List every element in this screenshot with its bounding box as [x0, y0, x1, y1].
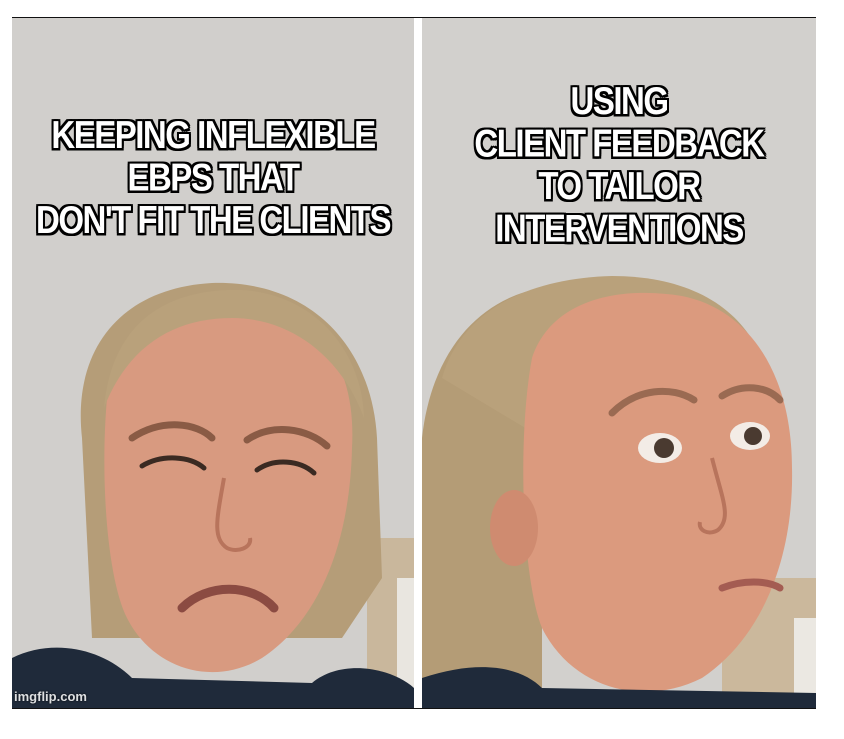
panel-divider [414, 18, 422, 708]
imgflip-watermark: imgflip.com [14, 689, 87, 704]
right-panel: USING CLIENT FEEDBACK TO TAILOR INTERVEN… [422, 18, 816, 708]
right-caption: USING CLIENT FEEDBACK TO TAILOR INTERVEN… [474, 78, 765, 250]
left-panel: KEEPING INFLEXIBLE EBPS THAT DON'T FIT T… [12, 18, 414, 708]
left-caption: KEEPING INFLEXIBLE EBPS THAT DON'T FIT T… [36, 112, 392, 242]
meme-image: KEEPING INFLEXIBLE EBPS THAT DON'T FIT T… [12, 17, 816, 709]
